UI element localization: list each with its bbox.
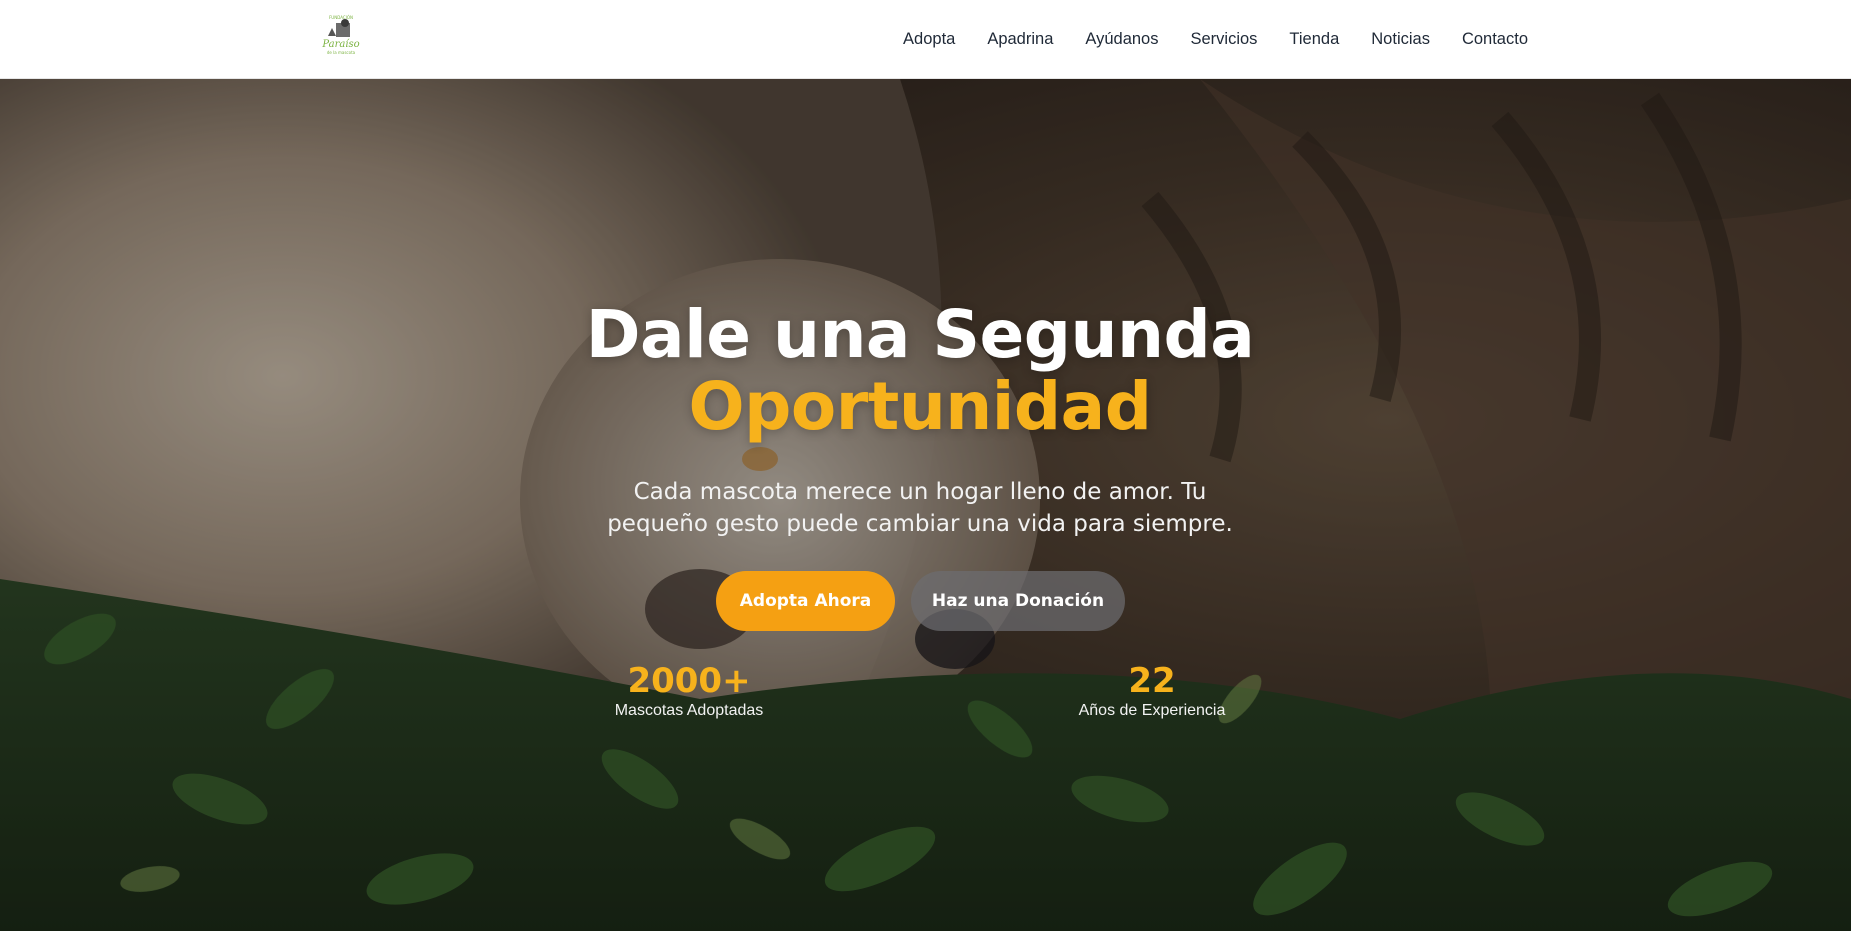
nav-servicios[interactable]: Servicios (1190, 30, 1257, 49)
main-nav: Adopta Apadrina Ayúdanos Servicios Tiend… (903, 0, 1528, 79)
hero-title: Dale una Segunda Oportunidad (0, 299, 1840, 443)
hero-content: Dale una Segunda Oportunidad Cada mascot… (0, 79, 1851, 931)
stat-experience: 22 Años de Experiencia (1052, 662, 1252, 721)
nav-tienda[interactable]: Tienda (1289, 30, 1339, 49)
svg-text:Paraíso: Paraíso (321, 39, 359, 50)
hero-section: Dale una Segunda Oportunidad Cada mascot… (0, 79, 1851, 931)
nav-apadrina[interactable]: Apadrina (987, 30, 1053, 49)
hero-title-line1: Dale una Segunda (585, 296, 1255, 373)
stat-adopted-label: Mascotas Adoptadas (614, 702, 764, 719)
svg-text:de la mascota: de la mascota (327, 50, 356, 55)
site-logo[interactable]: FUNDACIÓN Paraíso de la mascota (318, 14, 364, 62)
nav-contacto[interactable]: Contacto (1462, 30, 1528, 49)
nav-noticias[interactable]: Noticias (1371, 30, 1430, 49)
nav-adopta[interactable]: Adopta (903, 30, 955, 49)
adopt-now-button[interactable]: Adopta Ahora (716, 571, 895, 631)
hero-title-highlight: Oportunidad (688, 368, 1152, 445)
site-header: FUNDACIÓN Paraíso de la mascota Adopta A… (0, 0, 1851, 79)
hero-subtitle: Cada mascota merece un hogar lleno de am… (607, 479, 1233, 537)
donate-button[interactable]: Haz una Donación (911, 571, 1125, 631)
stat-adopted: 2000+ Mascotas Adoptadas (589, 662, 789, 721)
stat-adopted-value: 2000+ (627, 661, 751, 701)
logo-icon: FUNDACIÓN Paraíso de la mascota (321, 15, 359, 55)
stat-experience-label: Años de Experiencia (1078, 702, 1226, 719)
svg-text:FUNDACIÓN: FUNDACIÓN (329, 15, 353, 20)
nav-ayudanos[interactable]: Ayúdanos (1085, 30, 1158, 49)
stat-experience-value: 22 (1128, 661, 1176, 701)
